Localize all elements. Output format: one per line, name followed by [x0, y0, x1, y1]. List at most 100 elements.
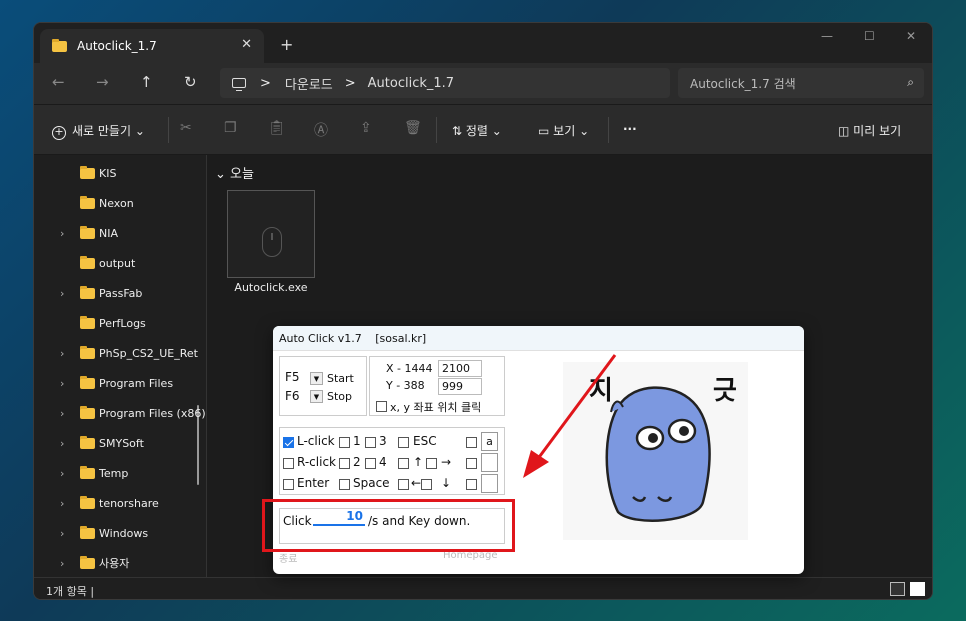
key3-checkbox[interactable] [365, 437, 376, 448]
sidebar-item[interactable]: › Windows [34, 518, 206, 548]
key1-checkbox[interactable] [339, 437, 350, 448]
sidebar-item[interactable]: › Temp [34, 458, 206, 488]
chevron-right-icon[interactable]: › [60, 407, 64, 420]
sticker-text-right: 긋 [713, 376, 737, 406]
chevron-right-icon[interactable]: › [60, 467, 64, 480]
folder-icon [52, 38, 67, 52]
up-checkbox[interactable] [398, 458, 409, 469]
left-checkbox[interactable] [398, 479, 409, 490]
chevron-right-icon[interactable]: › [60, 527, 64, 540]
large-icons-view-icon[interactable] [910, 582, 925, 596]
rclick-checkbox[interactable] [283, 458, 294, 469]
more-options-button[interactable]: ··· [623, 122, 637, 136]
back-icon[interactable]: ← [52, 73, 65, 91]
chevron-right-icon[interactable]: › [60, 227, 64, 240]
copy-icon[interactable]: ❐ [224, 120, 237, 136]
file-name[interactable]: Autoclick.exe [227, 281, 315, 294]
rename-icon[interactable]: Ⓐ [314, 120, 328, 140]
share-icon[interactable]: ⇪ [360, 120, 372, 136]
chevron-right-icon[interactable]: › [60, 347, 64, 360]
group-header[interactable]: ⌄ 오늘 [215, 163, 254, 182]
details-pane-icon: ◫ [838, 124, 850, 138]
down-arrow-label: ↓ [441, 476, 452, 490]
right-arrow-label: → [441, 455, 452, 469]
folder-icon [80, 435, 95, 449]
details-view-icon[interactable] [890, 582, 905, 596]
chevron-down-icon: ⌄ [215, 167, 226, 182]
new-tab-button[interactable]: + [280, 35, 293, 54]
sidebar-item[interactable]: PerfLogs [34, 308, 206, 338]
chevron-right-icon[interactable]: › [60, 497, 64, 510]
chevron-right-icon[interactable]: › [60, 377, 64, 390]
new-label: 새로 만들기 [72, 124, 132, 138]
enter-checkbox[interactable] [283, 479, 294, 490]
minimize-button[interactable]: — [821, 29, 833, 43]
chevron-right-icon[interactable]: › [60, 437, 64, 450]
keys-group: L-click 1 3 ESC a R-click 2 4 ↑ → Enter … [279, 427, 505, 495]
view-button[interactable]: ▭ 보기 ⌄ [538, 122, 589, 139]
key1-label: 1 [353, 434, 361, 448]
sidebar-item[interactable]: › tenorshare [34, 488, 206, 518]
sidebar-item-label: tenorshare [99, 496, 159, 510]
custom2-input[interactable] [481, 453, 498, 472]
custom3-checkbox[interactable] [466, 479, 477, 490]
start-dropdown-icon[interactable]: ▼ [310, 372, 323, 385]
delete-icon[interactable]: 🗑︎ [404, 120, 422, 136]
custom1-input[interactable]: a [481, 432, 498, 451]
sidebar-item[interactable]: › PassFab [34, 278, 206, 308]
right-checkbox[interactable] [426, 458, 437, 469]
sidebar-item[interactable]: Nexon [34, 188, 206, 218]
coord-click-checkbox[interactable] [376, 401, 387, 412]
tab-autoclick[interactable]: Autoclick_1.7 ✕ [40, 29, 264, 63]
file-thumbnail[interactable] [227, 190, 315, 278]
paste-icon[interactable]: 📋︎ [268, 120, 286, 136]
x-input[interactable]: 2100 [438, 360, 482, 377]
y-input[interactable]: 999 [438, 378, 482, 395]
tab-close-icon[interactable]: ✕ [241, 37, 252, 52]
sort-label: 정렬 [465, 124, 488, 138]
hotkey-group: F5 ▼ Start F6 ▼ Stop [279, 356, 367, 416]
close-button[interactable]: ✕ [906, 29, 916, 43]
key4-checkbox[interactable] [365, 458, 376, 469]
forward-icon[interactable]: → [96, 73, 109, 91]
cut-icon[interactable]: ✂ [180, 120, 192, 136]
tab-title: Autoclick_1.7 [77, 39, 157, 53]
new-button[interactable]: + 새로 만들기 ⌄ [52, 122, 145, 140]
folder-icon [80, 405, 95, 419]
lclick-checkbox[interactable] [283, 437, 294, 448]
sidebar-item[interactable]: › SMYSoft [34, 428, 206, 458]
folder-icon [80, 255, 95, 269]
space-checkbox[interactable] [339, 479, 350, 490]
sort-button[interactable]: ⇅ 정렬 ⌄ [452, 122, 502, 139]
custom1-checkbox[interactable] [466, 437, 477, 448]
sidebar-item[interactable]: KIS [34, 158, 206, 188]
address-bar[interactable]: > 다운로드 > Autoclick_1.7 [220, 68, 670, 98]
search-input[interactable]: Autoclick_1.7 검색 ⌕ [678, 68, 924, 98]
chevron-right-icon[interactable]: › [60, 557, 64, 570]
exit-link[interactable]: 종료 [279, 550, 297, 565]
breadcrumb-autoclick[interactable]: Autoclick_1.7 [368, 76, 454, 91]
breadcrumb-downloads[interactable]: 다운로드 [285, 74, 333, 93]
group-label: 오늘 [230, 167, 254, 182]
refresh-icon[interactable]: ↻ [184, 73, 197, 91]
sidebar-item[interactable]: › Program Files [34, 368, 206, 398]
custom3-input[interactable] [481, 474, 498, 493]
details-pane-button[interactable]: ◫ 미리 보기 [838, 122, 901, 139]
maximize-button[interactable]: ☐ [864, 29, 875, 43]
esc-checkbox[interactable] [398, 437, 409, 448]
sidebar-item[interactable]: › NIA [34, 218, 206, 248]
sidebar-item[interactable]: › PhSp_CS2_UE_Ret [34, 338, 206, 368]
sidebar-item[interactable]: › 사용자 [34, 548, 206, 577]
navigation-pane: KIS Nexon › NIA output › PassFab PerfLogs › PhSp_… [34, 155, 206, 577]
up-icon[interactable]: ↑ [140, 73, 153, 91]
folder-icon [80, 195, 95, 209]
key3-label: 3 [379, 434, 387, 448]
down-checkbox[interactable] [421, 479, 432, 490]
key2-checkbox[interactable] [339, 458, 350, 469]
sidebar-item[interactable]: output [34, 248, 206, 278]
folder-icon [80, 285, 95, 299]
sidebar-item[interactable]: › Program Files (x86) [34, 398, 206, 428]
chevron-right-icon[interactable]: › [60, 287, 64, 300]
stop-dropdown-icon[interactable]: ▼ [310, 390, 323, 403]
custom2-checkbox[interactable] [466, 458, 477, 469]
